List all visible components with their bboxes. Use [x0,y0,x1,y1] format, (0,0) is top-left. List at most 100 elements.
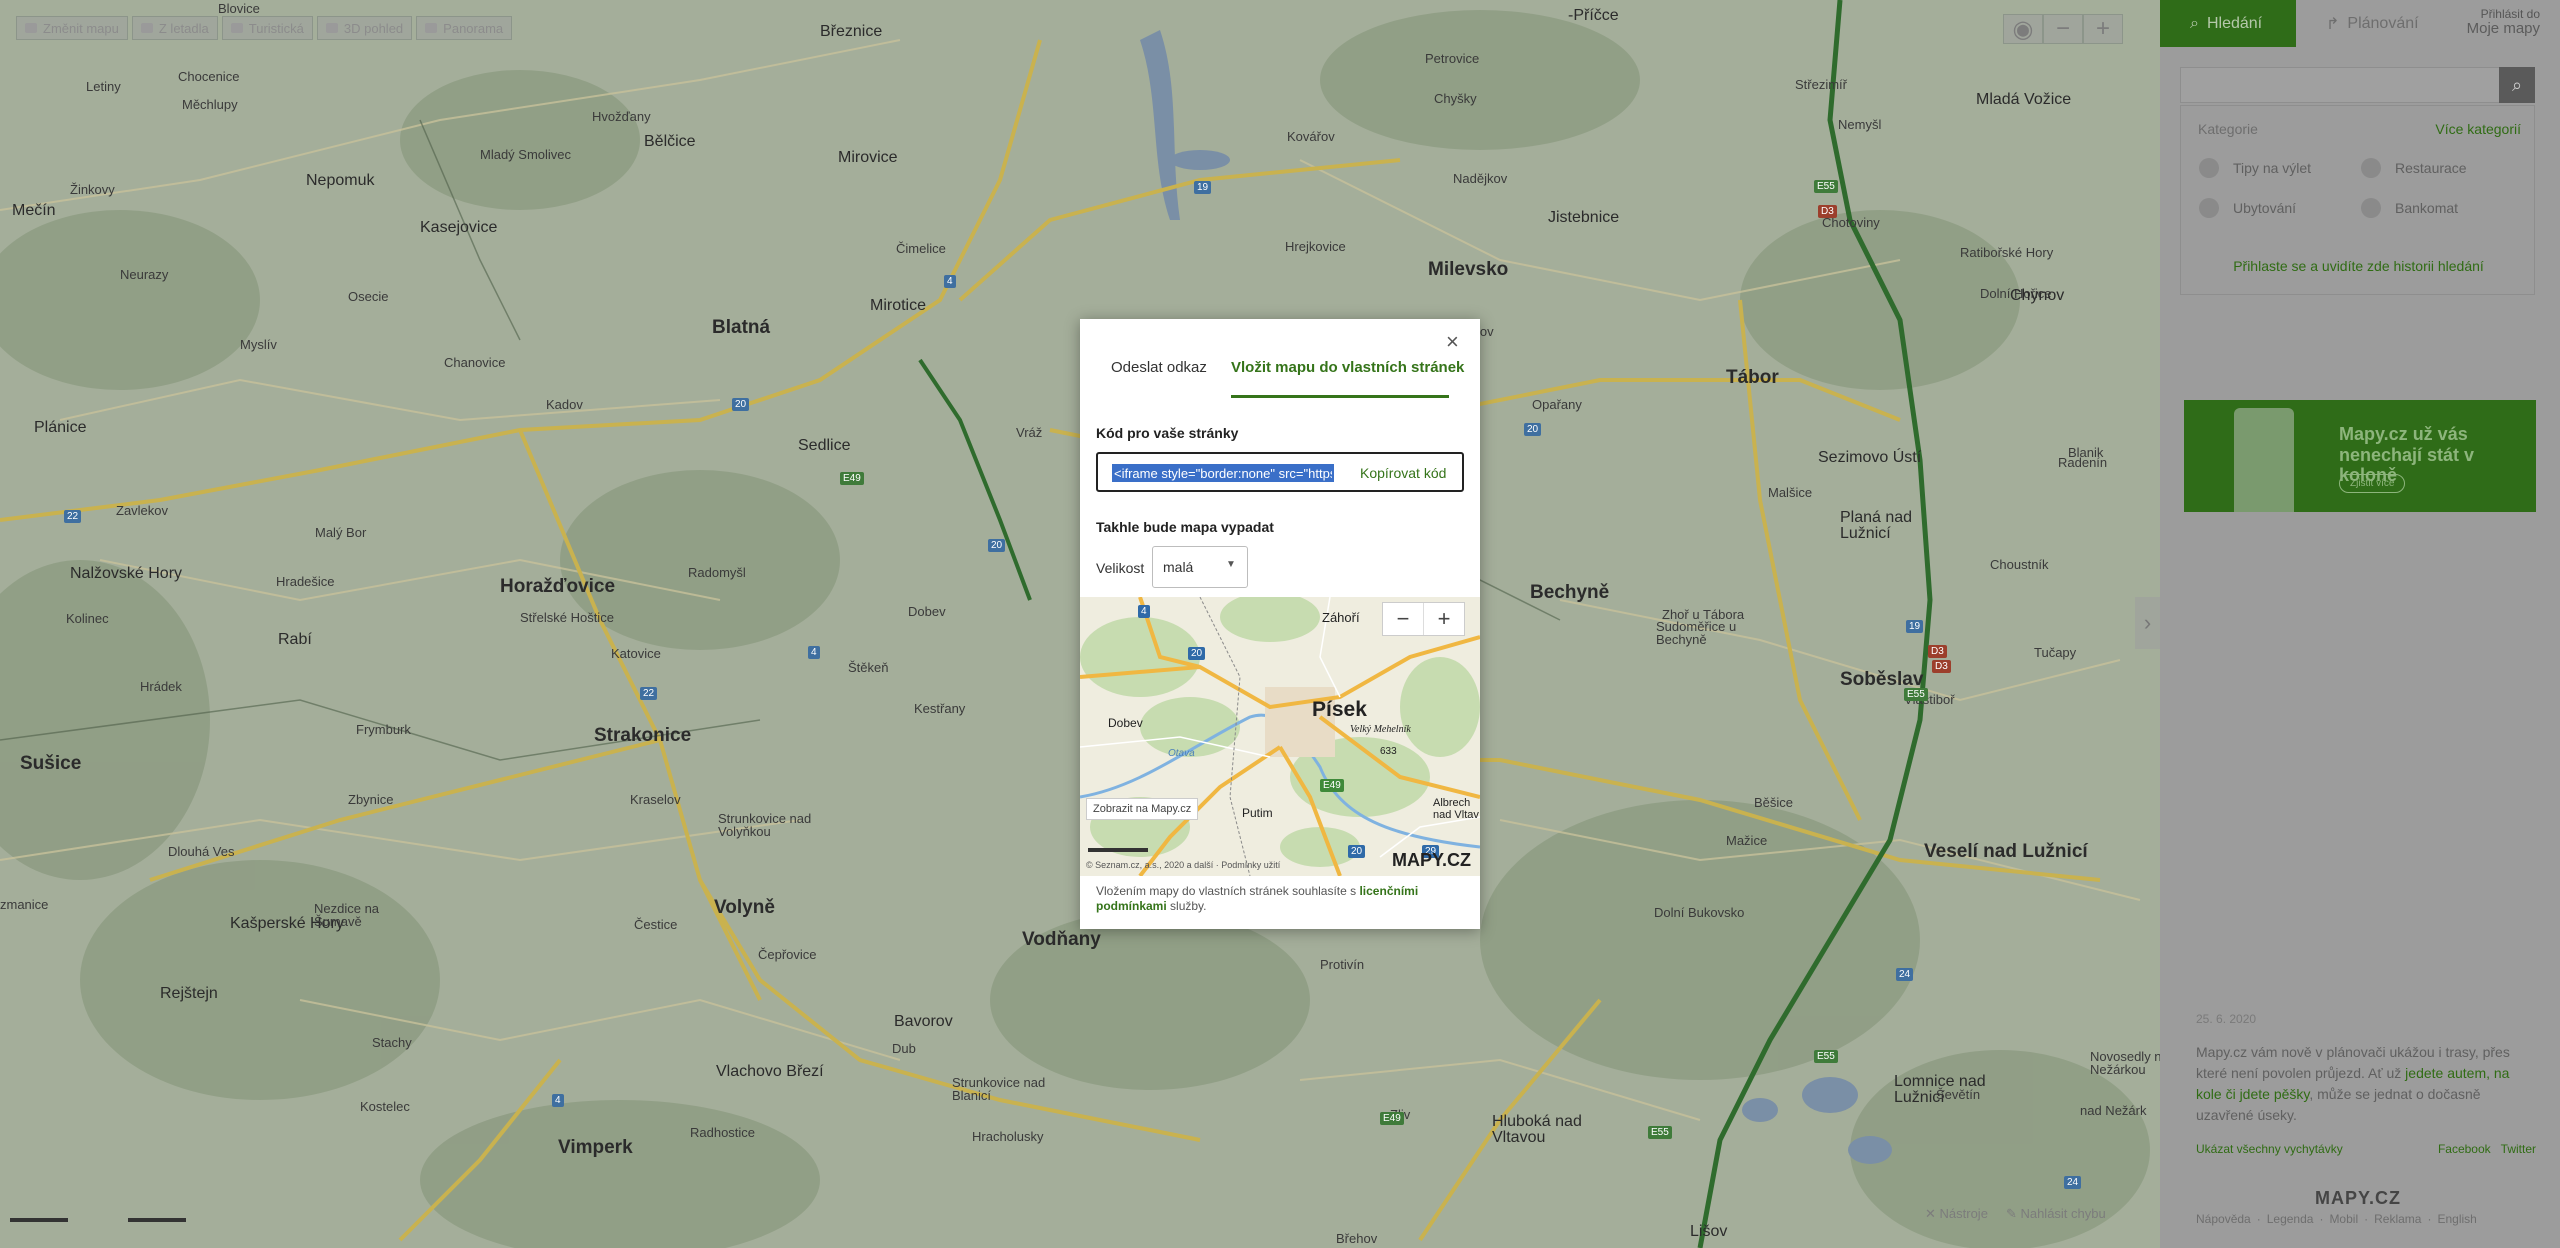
map-place-label[interactable]: Zbynice [348,793,394,806]
map-place-label[interactable]: Kraselov [630,793,681,806]
map-place-label[interactable]: Sedlice [798,438,850,454]
map-place-label[interactable]: Frymburk [356,723,411,736]
map-place-label[interactable]: nad Nežárk [2080,1104,2146,1117]
map-place-label[interactable]: Hradešice [276,575,335,588]
locate-me-button[interactable]: ◉ [2003,14,2043,44]
show-on-mapy-button[interactable]: Zobrazit na Mapy.cz [1086,798,1199,820]
map-place-label[interactable]: Hluboká nad Vltavou [1492,1114,1602,1146]
map-place-label[interactable]: Strakonice [594,726,691,745]
more-categories-link[interactable]: Více kategorií [2435,121,2521,137]
map-place-label[interactable]: Střelské Hoštice [520,611,630,624]
map-place-label[interactable]: Dlouhá Ves [168,845,235,858]
map-place-label[interactable]: Čepřovice [758,948,817,961]
map-place-label[interactable]: Rabí [278,632,312,648]
report-error-button[interactable]: ✎ Nahlásit chybu [2006,1206,2106,1222]
map-place-label[interactable]: Letiny [86,80,121,93]
zoom-out-button[interactable]: − [2043,14,2083,44]
map-place-label[interactable]: Lišov [1690,1224,1727,1240]
footer-link[interactable]: Nápověda [2196,1212,2251,1226]
map-place-label[interactable]: Nemyšl [1838,118,1881,131]
map-place-label[interactable]: Dub [892,1042,916,1055]
twitter-link[interactable]: Twitter [2501,1142,2536,1156]
map-place-label[interactable]: Strunkovice nad Blanicí [952,1076,1062,1102]
map-place-label[interactable]: Nadějkov [1453,172,1507,185]
preview-zoom-out-button[interactable]: − [1383,603,1424,635]
map-place-label[interactable]: Chocenice [178,70,239,83]
side-search-button[interactable]: ⌕ [2499,67,2535,103]
all-features-link[interactable]: Ukázat všechny vychytávky [2196,1140,2343,1158]
size-select[interactable]: malá ▼ [1152,546,1248,588]
map-place-label[interactable]: Zavlekov [116,504,168,517]
map-place-label[interactable]: Strunkovice nad Volyňkou [718,812,828,838]
map-place-label[interactable]: Volyně [714,898,775,917]
map-place-label[interactable]: Milevsko [1428,260,1508,279]
preview-zoom-in-button[interactable]: + [1424,603,1464,635]
map-place-label[interactable]: Hrádek [140,680,182,693]
map-place-label[interactable]: Kovářov [1287,130,1335,143]
map-place-label[interactable]: Vlachovo Březí [716,1064,824,1080]
map-place-label[interactable]: Soběslav [1840,670,1923,689]
promo-button[interactable]: Zjistit více [2339,474,2406,493]
copy-code-button[interactable]: Kopírovat kód [1360,465,1446,481]
map-place-label[interactable]: Myslív [240,338,277,351]
map-place-label[interactable]: Sušice [20,754,81,773]
map-place-label[interactable]: Vodňany [1022,930,1101,949]
map-place-label[interactable]: Nepomuk [306,173,374,189]
map-place-label[interactable]: Radomyšl [688,566,746,579]
tab-search[interactable]: ⌕ Hledání [2160,0,2296,47]
map-place-label[interactable]: Mirotice [870,298,926,314]
map-place-label[interactable]: Stachy [372,1036,412,1049]
tab-embed-map[interactable]: Vložit mapu do vlastních stránek [1231,359,1464,376]
map-place-label[interactable]: Opařany [1532,398,1582,411]
map-place-label[interactable]: Tábor [1726,368,1779,387]
map-place-label[interactable]: Chynov [2010,288,2064,304]
map-place-label[interactable]: Střezimíř [1795,78,1847,91]
map-place-label[interactable]: Měchlupy [182,98,238,111]
map-place-label[interactable]: Jistebnice [1548,210,1619,226]
map-place-label[interactable]: Běšice [1754,796,1793,809]
footer-link[interactable]: Mobil [2329,1212,2358,1226]
map-place-label[interactable]: Kadov [546,398,583,411]
map-place-label[interactable]: Tučapy [2034,646,2076,659]
map-place-label[interactable]: Čimelice [896,242,946,255]
facebook-link[interactable]: Facebook [2438,1142,2491,1156]
map-place-label[interactable]: Bělčice [644,134,696,150]
map-place-label[interactable]: Sudoměřice u Bechyně [1656,620,1766,646]
map-toolbar-button[interactable]: 3D pohled [316,16,413,40]
map-place-label[interactable]: Žinkovy [70,183,115,196]
map-place-label[interactable]: Dobev [908,605,946,618]
map-preview[interactable]: Záhoří Písek Velký Mehelník 633 Dobev Putim Al… [1080,597,1480,876]
map-place-label[interactable]: Bavorov [894,1014,953,1030]
map-place-label[interactable]: zmanice [0,898,48,911]
map-place-label[interactable]: Mečín [12,203,56,219]
category-atm[interactable]: Bankomat [2361,198,2458,218]
footer-link[interactable]: Legenda [2267,1212,2314,1226]
map-toolbar-button[interactable]: Turistická [221,16,313,40]
map-place-label[interactable]: Mladá Vožice [1976,92,2071,108]
map-place-label[interactable]: Březnice [820,24,882,40]
footer-link[interactable]: English [2437,1212,2476,1226]
login-link[interactable]: Přihlaste se [2233,258,2306,274]
map-place-label[interactable]: Vráž [1016,426,1042,439]
map-place-label[interactable]: Radhostice [690,1126,755,1139]
map-place-label[interactable]: Novosedly nad Nežárkou [2090,1050,2160,1076]
map-place-label[interactable]: Nalžovské Hory [70,566,182,582]
map-place-label[interactable]: Horažďovice [500,577,615,596]
map-place-label[interactable]: Sezimovo Ústí [1818,450,1921,466]
map-place-label[interactable]: Malý Bor [315,526,366,539]
login-button[interactable]: Přihlásit do Moje mapy [2444,7,2540,38]
map-place-label[interactable]: Petrovice [1425,52,1479,65]
map-place-label[interactable]: Kasejovice [420,220,497,236]
footer-link[interactable]: Reklama [2374,1212,2421,1226]
map-place-label[interactable]: -Příčce [1568,8,1619,24]
map-place-label[interactable]: Bechyně [1530,583,1609,602]
map-place-label[interactable]: Veselí nad Lužnicí [1924,842,2088,861]
map-place-label[interactable]: Hracholusky [972,1130,1044,1143]
map-place-label[interactable]: Mladý Smolivec [480,148,571,161]
map-place-label[interactable]: Blanik [2068,446,2103,459]
map-place-label[interactable]: Kostelec [360,1100,410,1113]
map-place-label[interactable]: Hvožďany [592,110,651,123]
map-place-label[interactable]: Protivín [1320,958,1364,971]
map-place-label[interactable]: Planá nad Lužnicí [1840,510,1950,542]
map-place-label[interactable]: Osecie [348,290,388,303]
